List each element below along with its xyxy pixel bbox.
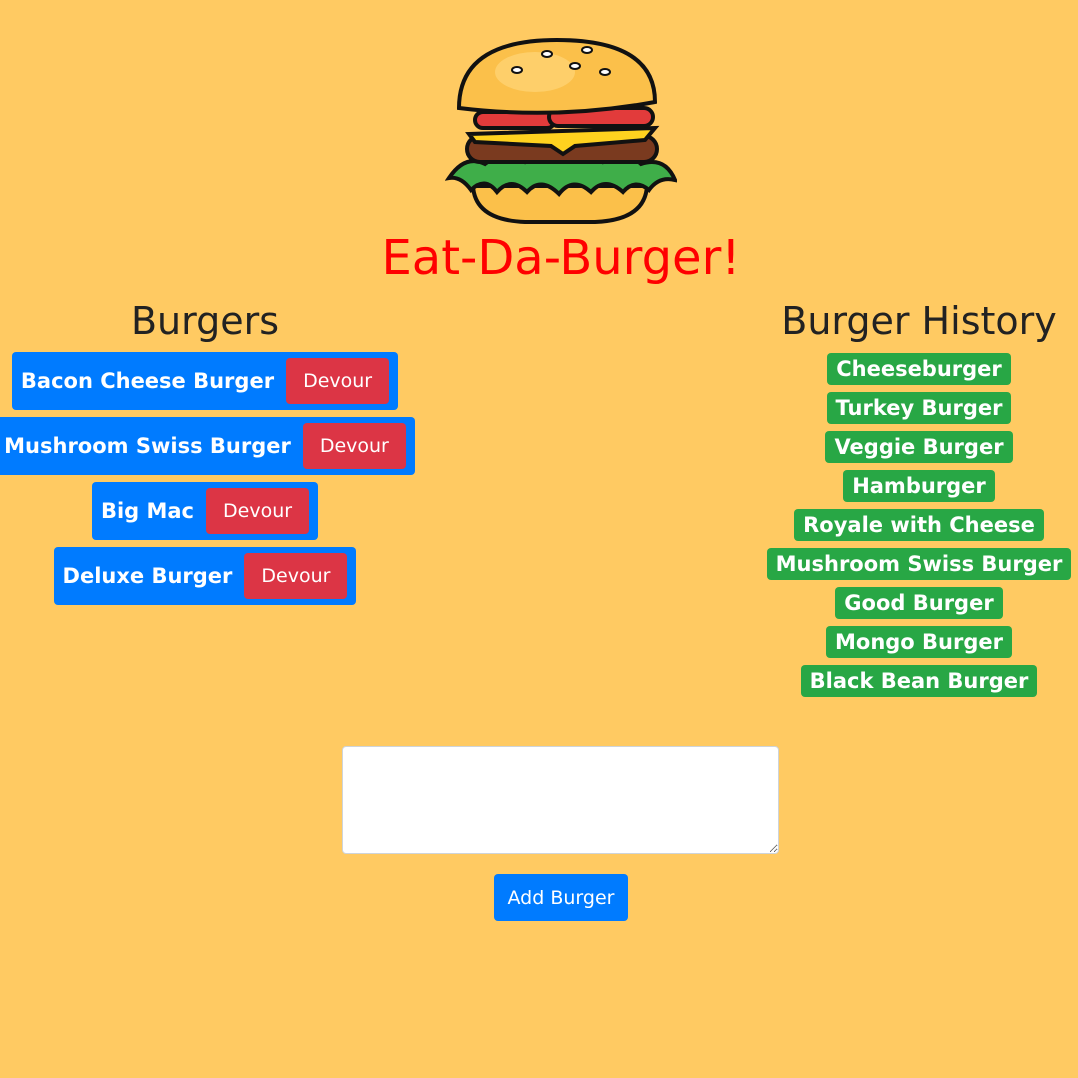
devour-button[interactable]: Devour: [302, 423, 406, 469]
history-item: Royale with Cheese: [794, 509, 1044, 541]
history-item: Black Bean Burger: [800, 665, 1038, 697]
burger-name-input[interactable]: [342, 746, 779, 854]
burger-name: Deluxe Burger: [62, 564, 233, 588]
history-item: Mushroom Swiss Burger: [766, 548, 1072, 580]
history-item: Cheeseburger: [827, 353, 1011, 385]
burger-list: Bacon Cheese Burger Devour Mushroom Swis…: [0, 352, 415, 605]
burger-name: Mushroom Swiss Burger: [4, 434, 291, 458]
burger-name: Bacon Cheese Burger: [20, 369, 275, 393]
devour-button[interactable]: Devour: [244, 553, 348, 599]
devour-button[interactable]: Devour: [286, 358, 390, 404]
page-title: Eat-Da-Burger!: [381, 230, 741, 286]
burger-item: Big Mac Devour: [91, 482, 319, 540]
history-heading: Burger History: [781, 299, 1057, 343]
burgers-heading: Burgers: [130, 299, 280, 343]
burger-item: Mushroom Swiss Burger Devour: [0, 417, 415, 475]
history-item: Turkey Burger: [826, 392, 1012, 424]
history-item: Veggie Burger: [825, 431, 1013, 463]
history-item: Mongo Burger: [826, 626, 1012, 658]
burger-logo-icon: [445, 37, 677, 224]
history-item: Good Burger: [835, 587, 1003, 619]
burger-name: Big Mac: [100, 499, 195, 523]
history-list: Cheeseburger Turkey Burger Veggie Burger…: [760, 353, 1078, 697]
burger-item: Bacon Cheese Burger Devour: [11, 352, 399, 410]
add-burger-button[interactable]: Add Burger: [494, 874, 628, 921]
devour-button[interactable]: Devour: [206, 488, 310, 534]
burger-item: Deluxe Burger Devour: [53, 547, 357, 605]
history-item: Hamburger: [843, 470, 995, 502]
